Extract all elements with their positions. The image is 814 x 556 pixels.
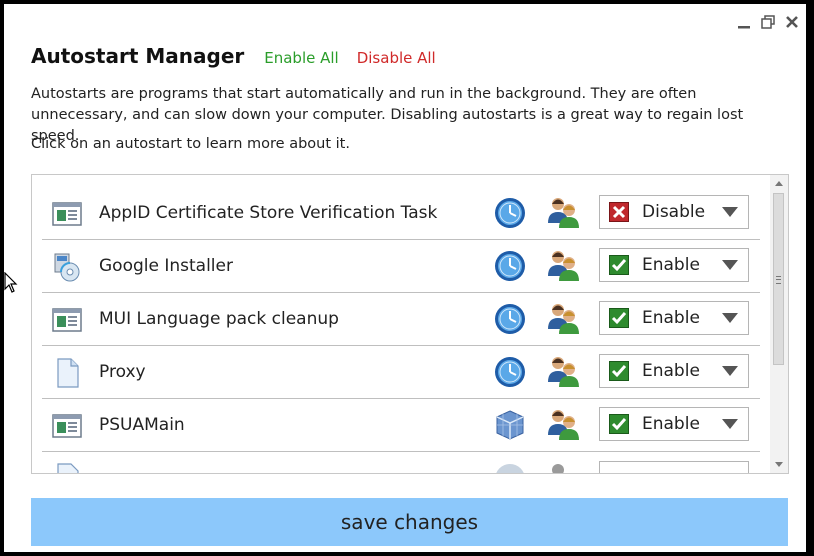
users-icon (548, 251, 579, 281)
restore-icon[interactable] (760, 14, 776, 30)
list-item-partial[interactable] (42, 459, 760, 473)
users-icon (552, 464, 564, 473)
window-app-icon (52, 202, 82, 226)
window-controls (736, 14, 800, 30)
autostart-list: AppID Certificate Store Verification Tas… (31, 174, 789, 474)
enable-all-link[interactable]: Enable All (264, 49, 338, 67)
clock-icon (495, 198, 525, 228)
hint-text: Click on an autostart to learn more abou… (31, 136, 350, 152)
clock-icon (496, 464, 524, 473)
users-icon (548, 410, 579, 440)
status-dropdown[interactable]: Disable (599, 195, 749, 229)
chevron-down-icon (722, 313, 738, 323)
clock-icon (495, 251, 525, 281)
status-label: Enable (642, 255, 700, 275)
grip-icon (776, 276, 781, 284)
scrollbar-thumb[interactable] (773, 193, 784, 365)
disable-all-link[interactable]: Disable All (357, 49, 436, 67)
cubes-icon (496, 410, 524, 440)
chevron-down-icon (722, 207, 738, 217)
autostart-manager-window: Autostart Manager Enable All Disable All… (4, 4, 806, 552)
status-dropdown[interactable]: Enable (599, 301, 749, 335)
list-item[interactable]: MUI Language pack cleanup Enable (42, 293, 760, 346)
autostart-name: Google Installer (99, 256, 233, 276)
installer-icon (54, 253, 80, 282)
status-label: Disable (642, 202, 706, 222)
list-item[interactable]: Google Installer Enable (42, 240, 760, 293)
list-item[interactable]: PSUAMain Enable (42, 399, 760, 452)
autostart-name: AppID Certificate Store Verification Tas… (99, 203, 438, 223)
enable-check-icon (609, 308, 629, 328)
chevron-down-icon (722, 366, 738, 376)
header: Autostart Manager Enable All Disable All (31, 44, 436, 68)
enable-check-icon (609, 414, 629, 434)
scroll-down-icon[interactable] (775, 462, 783, 467)
clock-icon (495, 304, 525, 334)
save-changes-button[interactable]: save changes (31, 498, 788, 546)
document-icon (57, 463, 79, 473)
list-item[interactable]: AppID Certificate Store Verification Tas… (42, 187, 760, 240)
clock-icon (495, 357, 525, 387)
enable-check-icon (609, 255, 629, 275)
status-dropdown[interactable]: Enable (599, 407, 749, 441)
document-icon (57, 358, 79, 388)
status-dropdown[interactable]: Enable (599, 248, 749, 282)
autostart-name: MUI Language pack cleanup (99, 309, 339, 329)
close-icon[interactable] (784, 14, 800, 30)
window-app-icon (52, 308, 82, 332)
status-dropdown[interactable]: Enable (599, 354, 749, 388)
users-icon (548, 357, 579, 387)
status-label: Enable (642, 361, 700, 381)
minimize-icon[interactable] (736, 14, 752, 30)
status-label: Enable (642, 308, 700, 328)
window-app-icon (52, 414, 82, 438)
status-label: Enable (642, 414, 700, 434)
users-icon (548, 198, 579, 228)
autostart-name: PSUAMain (99, 415, 185, 435)
page-title: Autostart Manager (31, 44, 245, 68)
users-icon (548, 304, 579, 334)
mouse-cursor-icon (4, 272, 18, 293)
enable-check-icon (609, 361, 629, 381)
chevron-down-icon (722, 419, 738, 429)
scrollbar[interactable] (770, 175, 788, 473)
list-item[interactable]: Proxy Enable (42, 346, 760, 399)
disable-cross-icon (609, 202, 629, 222)
autostart-name: Proxy (99, 362, 146, 382)
status-dropdown[interactable] (599, 461, 749, 473)
chevron-down-icon (722, 260, 738, 270)
scroll-up-icon[interactable] (775, 181, 783, 186)
